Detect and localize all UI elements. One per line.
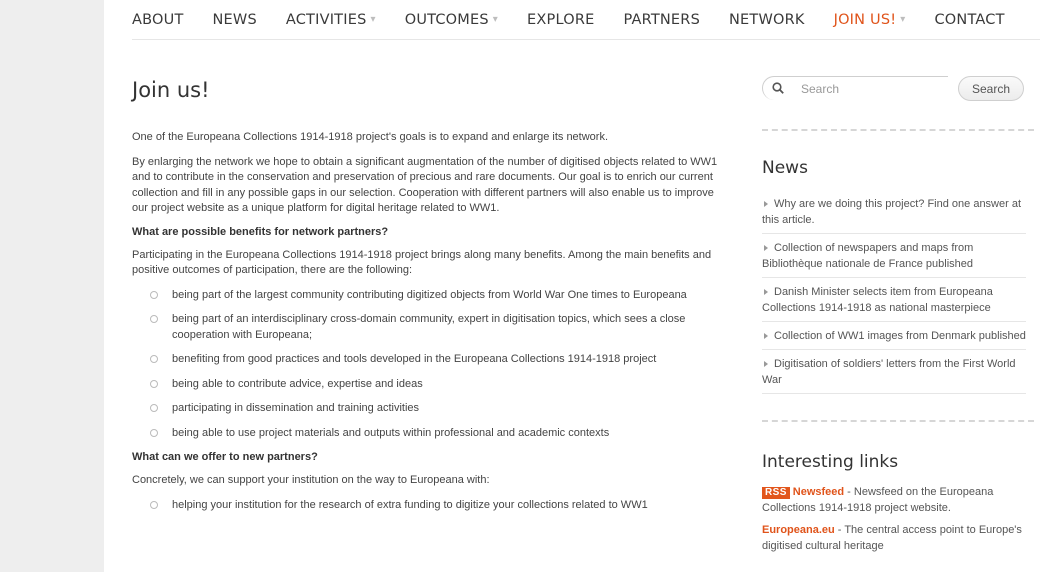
- nav-network[interactable]: NETWORK: [729, 12, 805, 28]
- circle-bullet-icon: [150, 379, 158, 388]
- nav-about[interactable]: ABOUT: [132, 12, 184, 28]
- circle-bullet-icon: [150, 500, 158, 509]
- news-list: Why are we doing this project? Find one …: [762, 190, 1034, 394]
- page-title: Join us!: [132, 78, 210, 102]
- news-item[interactable]: Danish Minister selects item from Europe…: [762, 278, 1026, 322]
- network-paragraph: By enlarging the network we hope to obta…: [132, 155, 718, 215]
- nav-activities[interactable]: ACTIVITIES ▾: [286, 12, 376, 28]
- circle-bullet-icon: [150, 428, 158, 437]
- offers-heading: What can we offer to new partners?: [132, 451, 318, 463]
- benefits-list: being part of the largest community cont…: [132, 288, 732, 442]
- news-item[interactable]: Collection of WW1 images from Denmark pu…: [762, 322, 1026, 350]
- news-item[interactable]: Collection of newspapers and maps from B…: [762, 234, 1026, 278]
- intro-paragraph: One of the Europeana Collections 1914-19…: [132, 131, 609, 143]
- search-input[interactable]: Search: [762, 76, 948, 100]
- triangle-right-icon: [764, 332, 768, 339]
- benefits-heading: What are possible benefits for network p…: [132, 225, 389, 238]
- chevron-down-icon: ▾: [492, 14, 499, 25]
- europeana-link[interactable]: Europeana.eu: [762, 524, 835, 536]
- link-item-newsfeed: RSS Newsfeed - Newsfeed on the Europeana …: [762, 486, 994, 514]
- triangle-right-icon: [764, 244, 768, 251]
- circle-bullet-icon: [150, 404, 158, 412]
- list-item: being able to contribute advice, experti…: [132, 377, 732, 393]
- search-placeholder: Search: [801, 82, 840, 96]
- sidebar: Search Search News Why are we doing this…: [762, 74, 1034, 554]
- dashed-divider: [762, 129, 1034, 131]
- nav-outcomes[interactable]: OUTCOMES ▾: [405, 12, 498, 28]
- chevron-down-icon: ▾: [900, 14, 906, 25]
- list-item: being part of the largest community cont…: [132, 288, 732, 304]
- news-item[interactable]: Digitisation of soldiers' letters from t…: [762, 350, 1026, 394]
- list-item: being part of an interdisciplinary cross…: [132, 312, 732, 343]
- benefits-intro: Participating in the Europeana Collectio…: [132, 248, 712, 277]
- search-button[interactable]: Search: [958, 76, 1024, 101]
- offers-intro: Concretely, we can support your institut…: [132, 474, 490, 486]
- dashed-divider: [762, 420, 1034, 422]
- circle-bullet-icon: [150, 355, 158, 363]
- main-content: Join us! One of the Europeana Collection…: [132, 78, 732, 523]
- nav-join-us[interactable]: JOIN US! ▾: [834, 12, 906, 28]
- circle-bullet-icon: [150, 315, 158, 323]
- nav-news[interactable]: NEWS: [213, 12, 257, 28]
- chevron-down-icon: ▾: [370, 14, 376, 25]
- list-item: being able to use project materials and …: [132, 426, 732, 442]
- interesting-links-heading: Interesting links: [762, 452, 899, 472]
- left-margin-strip: [0, 0, 104, 572]
- circle-bullet-icon: [150, 290, 158, 299]
- nav-partners[interactable]: PARTNERS: [623, 12, 700, 28]
- nav-contact[interactable]: CONTACT: [934, 12, 1004, 28]
- main-navigation: ABOUT NEWS ACTIVITIES ▾ OUTCOMES ▾ EXPLORE…: [132, 0, 1040, 40]
- list-item: participating in dissemination and train…: [132, 401, 732, 417]
- search-icon: [772, 82, 784, 94]
- triangle-right-icon: [764, 288, 768, 295]
- list-item: helping your institution for the researc…: [132, 498, 732, 514]
- link-item-europeana: Europeana.eu - The central access point …: [762, 524, 1022, 552]
- offers-list: helping your institution for the researc…: [132, 498, 732, 514]
- search-form: Search Search: [762, 74, 1034, 106]
- rss-icon[interactable]: RSS: [762, 487, 790, 499]
- triangle-right-icon: [764, 200, 768, 207]
- newsfeed-link[interactable]: Newsfeed: [793, 486, 844, 498]
- triangle-right-icon: [764, 360, 768, 367]
- list-item: benefiting from good practices and tools…: [132, 352, 732, 368]
- news-heading: News: [762, 158, 808, 178]
- nav-explore[interactable]: EXPLORE: [527, 12, 594, 28]
- news-item[interactable]: Why are we doing this project? Find one …: [762, 190, 1026, 234]
